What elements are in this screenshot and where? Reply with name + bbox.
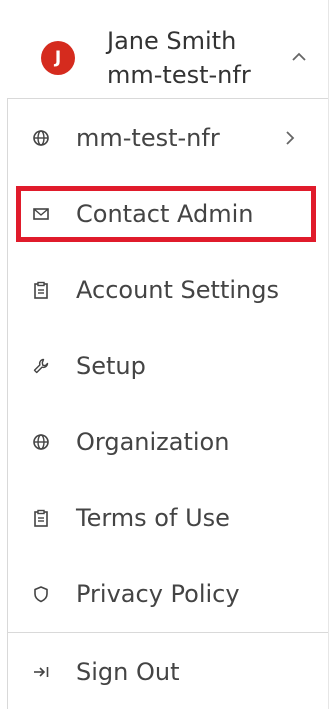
header-divider xyxy=(7,98,328,99)
menu-item-label: Privacy Policy xyxy=(76,580,240,608)
menu-item-label: Account Settings xyxy=(76,276,279,304)
menu-item-privacy-policy[interactable]: Privacy Policy xyxy=(8,564,328,624)
globe-icon xyxy=(32,433,50,451)
shield-icon xyxy=(32,585,50,603)
menu-item-label: Terms of Use xyxy=(76,504,230,532)
menu-item-label: Setup xyxy=(76,352,146,380)
menu-item-setup[interactable]: Setup xyxy=(8,336,328,396)
menu-item-label: mm-test-nfr xyxy=(76,124,220,152)
sign-out-button[interactable]: Sign Out xyxy=(8,642,328,702)
user-menu-header[interactable]: J Jane Smith mm-test-nfr xyxy=(0,0,329,98)
user-org: mm-test-nfr xyxy=(107,61,251,89)
user-name: Jane Smith xyxy=(107,27,237,55)
chevron-right-icon xyxy=(284,130,296,146)
avatar: J xyxy=(41,41,75,75)
highlight-box xyxy=(16,186,316,242)
wrench-icon xyxy=(32,357,50,375)
clipboard-icon xyxy=(32,509,50,527)
sign-out-icon xyxy=(32,663,50,681)
chevron-up-icon[interactable] xyxy=(290,50,308,64)
menu-item-terms-of-use[interactable]: Terms of Use xyxy=(8,488,328,548)
menu-item-label: Sign Out xyxy=(76,658,180,686)
sign-out-divider xyxy=(7,632,328,633)
menu-item-label: Organization xyxy=(76,428,230,456)
menu-item-organization[interactable]: Organization xyxy=(8,412,328,472)
clipboard-icon xyxy=(32,281,50,299)
globe-icon xyxy=(32,129,50,147)
menu-item-org-switcher[interactable]: mm-test-nfr xyxy=(8,108,328,168)
menu-item-account-settings[interactable]: Account Settings xyxy=(8,260,328,320)
